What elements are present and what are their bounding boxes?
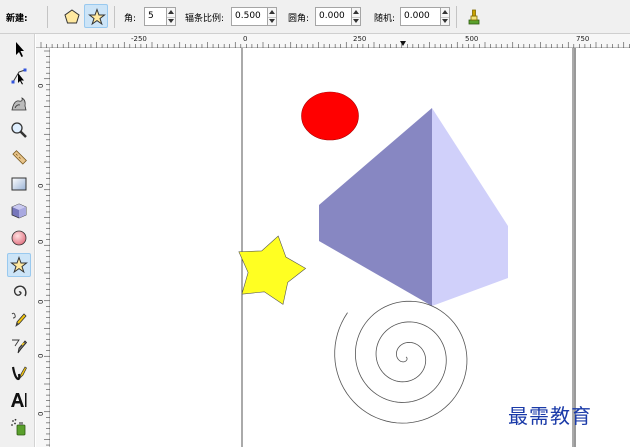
ruler-label: 250 xyxy=(353,35,367,43)
spray-tool[interactable] xyxy=(7,415,31,439)
ruler-label: 500 xyxy=(465,35,479,43)
ruler-label: 0 xyxy=(37,411,45,416)
polygon-icon xyxy=(64,9,80,24)
calligraphy-icon xyxy=(11,366,27,381)
star-icon xyxy=(88,8,106,26)
corners-label: 角: xyxy=(124,14,137,24)
pen-icon xyxy=(12,339,28,354)
selector-tool[interactable] xyxy=(7,37,31,61)
random-stepper[interactable] xyxy=(441,7,450,26)
spiral[interactable] xyxy=(334,300,468,424)
node-tool[interactable] xyxy=(7,64,31,88)
ellipse-tool[interactable] xyxy=(7,226,31,250)
ellipse-icon xyxy=(11,230,27,246)
3d-box[interactable] xyxy=(319,108,508,306)
ruler-ticks xyxy=(44,50,50,446)
polygon-mode-button[interactable] xyxy=(59,4,83,28)
ruler-label: 0 xyxy=(37,239,45,244)
rectangle-tool[interactable] xyxy=(7,172,31,196)
separator xyxy=(47,6,48,28)
corners-stepper[interactable] xyxy=(167,7,176,26)
random-spinbox[interactable]: 0.000 xyxy=(400,7,450,26)
ruler-label: 750 xyxy=(576,35,590,43)
tweak-tool[interactable] xyxy=(7,91,31,115)
ruler-label: 0 xyxy=(37,299,45,304)
star-mode-button[interactable] xyxy=(84,4,108,28)
watermark: 最需教育 xyxy=(508,404,592,428)
reset-defaults-button[interactable] xyxy=(461,4,485,28)
ruler-label: 0 xyxy=(37,353,45,358)
measure-tool[interactable] xyxy=(7,145,31,169)
ruler-label: 0 xyxy=(37,83,45,88)
star-polygon-icon xyxy=(10,256,28,274)
pencil-icon xyxy=(11,312,27,327)
decrement-arrow-icon[interactable] xyxy=(268,17,276,26)
new-label: 新建: xyxy=(6,14,28,24)
ruler-label: 0 xyxy=(37,183,45,188)
rounded-field[interactable]: 0.000 xyxy=(315,7,352,26)
3d-box-tool[interactable] xyxy=(7,199,31,223)
pencil-tool[interactable] xyxy=(7,307,31,331)
spoke-ratio-stepper[interactable] xyxy=(268,7,277,26)
horizontal-ruler[interactable]: -250 0 250 500 750 xyxy=(36,34,630,48)
rectangle-icon xyxy=(11,177,27,191)
tweak-icon xyxy=(11,97,27,111)
text-tool[interactable] xyxy=(7,388,31,412)
measure-icon xyxy=(12,150,27,165)
rounded-spinbox[interactable]: 0.000 xyxy=(315,7,361,26)
red-ellipse[interactable] xyxy=(301,91,359,141)
pen-tool[interactable] xyxy=(7,334,31,358)
canvas-drawing xyxy=(229,48,576,447)
zoom-tool[interactable] xyxy=(7,118,31,142)
decrement-arrow-icon[interactable] xyxy=(352,17,360,26)
vertical-ruler[interactable]: 0 0 0 0 0 0 xyxy=(36,48,50,447)
reset-defaults-icon xyxy=(468,9,480,25)
ruler-label: 0 xyxy=(243,35,248,43)
toolbox xyxy=(0,34,35,447)
rounded-label: 圆角: xyxy=(288,14,310,24)
ruler-label: -250 xyxy=(131,35,147,43)
node-edit-icon xyxy=(11,68,27,85)
spoke-ratio-spinbox[interactable]: 0.500 xyxy=(231,7,277,26)
corners-field[interactable]: 5 xyxy=(144,7,167,26)
spiral-tool[interactable] xyxy=(7,280,31,304)
tool-controls-bar: 新建: 角: 5 辐条比例: 0.500 圆角: 0.000 随机: 0.000 xyxy=(0,0,630,34)
ruler-ticks xyxy=(40,42,630,48)
spoke-ratio-label: 辐条比例: xyxy=(185,14,225,24)
calligraphy-tool[interactable] xyxy=(7,361,31,385)
drawing-canvas[interactable]: 最需教育 xyxy=(50,48,630,447)
zoom-icon xyxy=(11,122,27,138)
spiral-icon xyxy=(13,285,27,297)
3d-box-icon xyxy=(11,203,27,219)
separator xyxy=(114,6,115,28)
separator xyxy=(456,6,457,28)
random-label: 随机: xyxy=(374,14,396,24)
text-icon xyxy=(11,393,27,407)
rounded-stepper[interactable] xyxy=(352,7,361,26)
random-field[interactable]: 0.000 xyxy=(400,7,441,26)
selector-arrow-icon xyxy=(16,42,24,57)
yellow-star[interactable] xyxy=(229,228,312,308)
spray-icon xyxy=(11,418,26,436)
box-right-face[interactable] xyxy=(432,108,508,306)
decrement-arrow-icon[interactable] xyxy=(441,17,449,26)
spoke-ratio-field[interactable]: 0.500 xyxy=(231,7,268,26)
corners-spinbox[interactable]: 5 xyxy=(144,7,176,26)
ruler-pointer-icon xyxy=(400,41,406,46)
star-polygon-tool[interactable] xyxy=(7,253,31,277)
decrement-arrow-icon[interactable] xyxy=(167,17,175,26)
